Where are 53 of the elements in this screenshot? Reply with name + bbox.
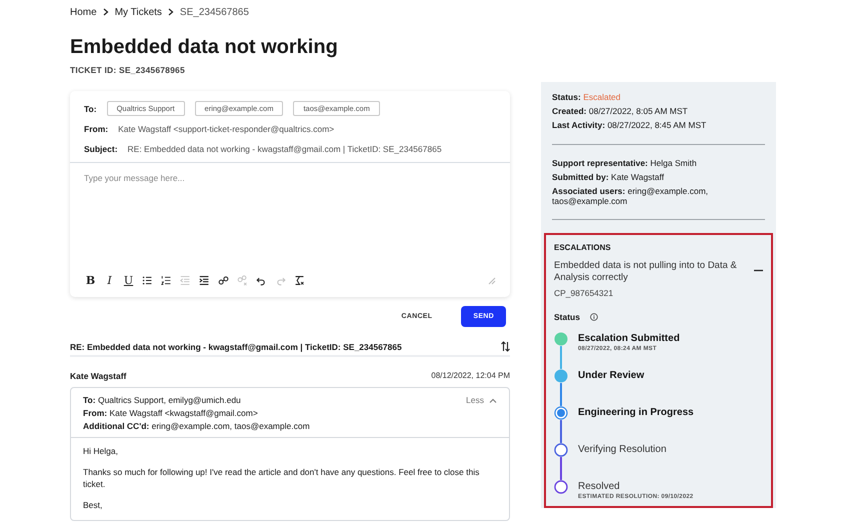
chevron-icon: [168, 8, 174, 16]
step-label: Resolved: [578, 480, 621, 492]
resize-grip-icon[interactable]: [487, 276, 496, 285]
numbers-icon[interactable]: [160, 274, 173, 287]
format-button[interactable]: B: [84, 274, 97, 287]
escalations-heading: ESCALATIONS: [554, 243, 612, 252]
message-header-line: From: Kate Wagstaff <kwagstaff@gmail.com>: [83, 408, 259, 418]
status-label: Status: [554, 312, 580, 322]
detail-field: Created: 08/27/2022, 8:05 AM MST: [552, 106, 765, 116]
to-label: To:: [84, 104, 97, 114]
escalation-id: CP_987654321: [554, 288, 614, 298]
message-date: 08/12/2022, 12:04 PM: [431, 371, 510, 381]
step-label: Under Review: [578, 369, 644, 382]
detail-field: Support representative: Helga Smith: [552, 158, 765, 168]
bullets-icon[interactable]: [141, 274, 154, 287]
connector-line: [560, 346, 562, 370]
thread-subject: RE: Embedded data not working - kwagstaff@gmail.com | TicketID: SE_234567865: [70, 342, 402, 352]
step-label: Engineering in Progress: [578, 406, 694, 418]
link-icon[interactable]: [217, 274, 230, 287]
subject-value: RE: Embedded data not working - kwagstaff@gmail.com | TicketID: SE_234567865: [128, 144, 442, 154]
message-paragraph: Thanks so much for following up! I've read the article and don't have any questions. Feel free to close this ticket.: [83, 466, 480, 491]
detail-field: Associated users: ering@example.com, taos@example.com: [552, 186, 765, 206]
info-icon[interactable]: [590, 313, 598, 322]
connector-line: [560, 457, 562, 480]
detail-field: Last Activity: 08/27/2022, 8:45 AM MST: [552, 120, 765, 131]
message-author: Kate Wagstaff: [70, 371, 126, 381]
chevron-icon: [102, 8, 109, 16]
ticket-id: TICKET ID: SE_2345678965: [70, 65, 186, 75]
escalation-title: Embedded data is not pulling into to Data & Analysis correctly: [554, 260, 738, 284]
breadcrumb-current: SE_234567865: [180, 6, 249, 18]
from-label: From:: [84, 124, 108, 134]
subject-label: Subject:: [84, 144, 118, 154]
connector-line: [560, 383, 562, 406]
message-header-line: Additional CC'd: ering@example.com, taos@example.com: [83, 421, 310, 431]
message-header-line: To: Qualtrics Support, emilyg@umich.edu: [83, 395, 242, 405]
step-label: Escalation Submitted: [578, 332, 680, 344]
format-button[interactable]: I: [103, 274, 116, 287]
breadcrumb-link[interactable]: Home: [70, 6, 97, 18]
from-value: Kate Wagstaff <support-ticket-responder@qualtrics.com>: [118, 124, 334, 134]
detail-field: Submitted by: Kate Wagstaff: [552, 172, 765, 182]
page-title: Embedded data not working: [70, 36, 339, 59]
breadcrumb-link[interactable]: My Tickets: [114, 6, 162, 18]
chevron-icon: [489, 398, 497, 403]
sort-icon[interactable]: [501, 341, 510, 352]
message-paragraph: Best,: [83, 500, 104, 512]
format-button[interactable]: U: [122, 274, 135, 287]
detail-field: Status: Escalated: [552, 92, 765, 102]
message-paragraph: Hi Helga,: [83, 446, 119, 458]
step-label: Verifying Resolution: [578, 443, 666, 456]
collapse-toggle[interactable]: Less: [466, 395, 497, 407]
indent-icon[interactable]: [198, 274, 211, 287]
clear-icon[interactable]: [293, 274, 306, 287]
connector-line: [560, 420, 562, 444]
